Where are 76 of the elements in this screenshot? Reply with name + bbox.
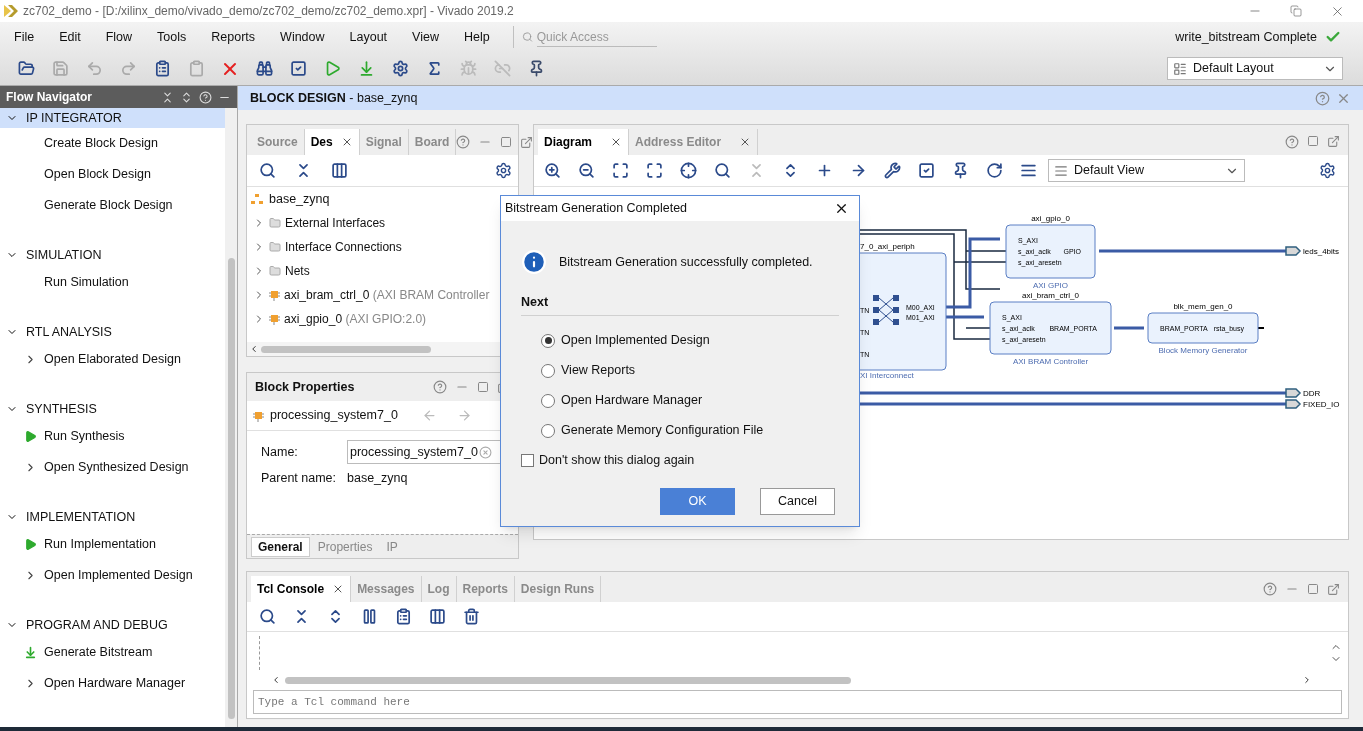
block-title: blk_mem_gen_0 [1173, 302, 1233, 311]
tree-item[interactable]: Interface Connections [285, 238, 402, 256]
dialog-message: Bitstream Generation successfully completed. [559, 253, 813, 271]
window-title: zc702_demo - [D:/xilinx_demo/vivado_demo/zc702_demo/zc702_demo.xpr] - Vivado 2019.2 [23, 3, 514, 20]
menu-item[interactable]: Edit [53, 27, 87, 47]
panel-tab[interactable]: Diagram [538, 129, 630, 155]
block-title: 7_0_axi_periph [860, 242, 915, 251]
navigator-item[interactable]: Generate Block Design [0, 190, 225, 221]
menu-item[interactable]: Layout [343, 27, 394, 47]
section-title: SYNTHESIS [26, 400, 97, 418]
section-header[interactable]: PROGRAM AND DEBUG [0, 613, 225, 637]
tree-item[interactable]: base_zynq [269, 189, 330, 209]
radio-option[interactable]: Generate Memory Configuration File [541, 415, 839, 446]
tree-item[interactable]: Nets [285, 262, 310, 280]
port-label: leds_4bits [1303, 247, 1340, 256]
section-header[interactable]: IMPLEMENTATION [0, 505, 225, 529]
section-label: Next [521, 293, 839, 316]
navigator-item[interactable]: Open Hardware Manager [0, 668, 225, 699]
tree-item[interactable]: External Interfaces [285, 214, 386, 232]
menu-item[interactable]: File [8, 27, 41, 47]
quick-access-field[interactable]: Quick Access [536, 27, 657, 47]
section-title: PROGRAM AND DEBUG [26, 616, 168, 634]
dialog-title: Bitstream Generation Completed [505, 200, 688, 218]
field-label: Parent name: [261, 469, 338, 487]
block-title: axi_bram_ctrl_0 [1022, 291, 1079, 300]
radio-option[interactable]: View Reports [541, 355, 839, 386]
tree-item[interactable]: axi_gpio_0 (AXI GPIO:2.0) [284, 310, 427, 328]
dont-show-option[interactable]: Don't show this dialog again [521, 445, 839, 476]
section-header[interactable]: SYNTHESIS [0, 397, 225, 421]
navigator-item[interactable]: Run Synthesis [0, 421, 225, 452]
menu-item[interactable]: View [406, 27, 445, 47]
port-label: FIXED_IO [1303, 400, 1340, 409]
radio-option[interactable]: Open Implemented Design [541, 325, 839, 356]
cancel-button[interactable]: Cancel [760, 487, 835, 515]
navigator-item[interactable]: Run Implementation [0, 529, 225, 560]
ok-button[interactable]: OK [660, 487, 735, 515]
layout-select[interactable]: Default Layout [1167, 57, 1343, 80]
panel-title: Flow Navigator [6, 89, 92, 106]
navigator-item[interactable]: Create Block Design [0, 128, 225, 159]
field-label: Name: [261, 443, 299, 461]
navigator-item[interactable]: Run Simulation [0, 267, 225, 298]
tree-item[interactable]: axi_bram_ctrl_0 (AXI BRAM Controller [284, 286, 490, 304]
menu-item[interactable]: Window [274, 27, 331, 47]
panel-tab[interactable]: General [251, 536, 310, 557]
status-text: write_bitstream Complete [1175, 28, 1317, 46]
menu-item[interactable]: Tools [151, 27, 193, 47]
block-type: Block Memory Generator [1158, 346, 1248, 355]
block-title: axi_gpio_0 [1031, 214, 1070, 223]
tcl-command-field[interactable]: Type a Tcl command here [253, 690, 1342, 714]
menu-item[interactable]: Reports [205, 27, 262, 47]
menu-item[interactable]: Flow [99, 27, 139, 47]
navigator-item[interactable]: Open Elaborated Design [0, 344, 225, 375]
section-title: IMPLEMENTATION [26, 508, 136, 526]
block-type: AXI GPIO [1032, 281, 1069, 290]
panel-title: Block Properties [255, 378, 355, 396]
section-header[interactable]: RTL ANALYSIS [0, 320, 225, 344]
section-title: RTL ANALYSIS [26, 323, 112, 341]
navigator-item[interactable]: Open Block Design [0, 159, 225, 190]
panel-tab[interactable]: Tcl Console [251, 576, 352, 602]
navigator-item[interactable]: Open Synthesized Design [0, 452, 225, 483]
section-title: IP INTEGRATOR [26, 109, 122, 127]
header-title: BLOCK DESIGN - base_zynq [250, 89, 418, 107]
menu-item[interactable]: Help [457, 27, 496, 47]
object-name: processing_system7_0 [270, 407, 398, 425]
section-header[interactable]: IP INTEGRATOR [0, 108, 225, 128]
field-value: base_zynq [347, 469, 408, 487]
navigator-item[interactable]: Open Implemented Design [0, 560, 225, 591]
radio-option[interactable]: Open Hardware Manager [541, 385, 839, 416]
navigator-item[interactable]: Generate Bitstream [0, 637, 225, 668]
block-type: AXI BRAM Controller [1012, 357, 1089, 366]
panel-tab[interactable]: Des [304, 129, 360, 155]
section-header[interactable]: SIMULATION [0, 243, 225, 267]
view-select[interactable]: Default View [1048, 159, 1245, 182]
port-label: DDR [1303, 389, 1321, 398]
section-title: SIMULATION [26, 246, 102, 264]
block-type: XI Interconnect [860, 371, 914, 380]
